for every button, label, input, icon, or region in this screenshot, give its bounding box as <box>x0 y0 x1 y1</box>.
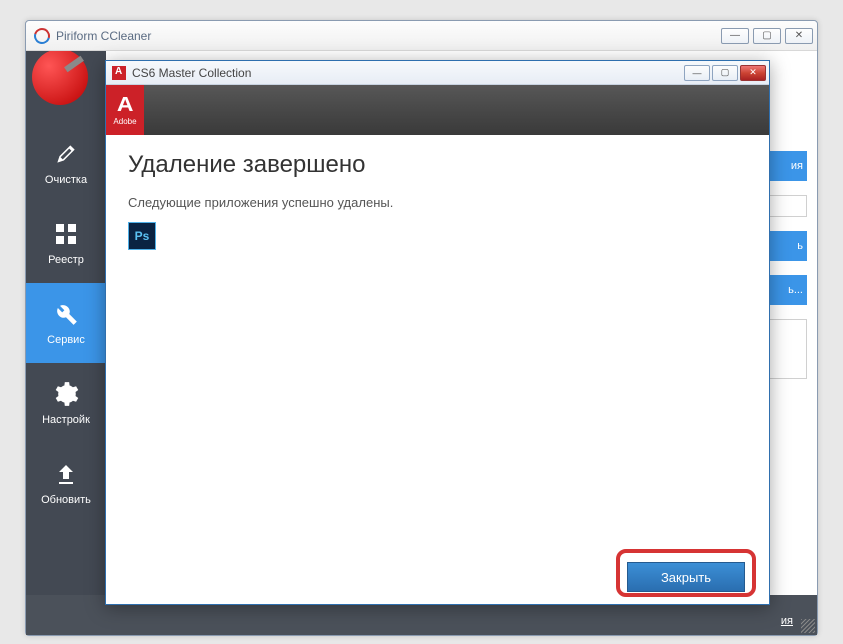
partial-field[interactable] <box>767 195 807 217</box>
dialog-minimize-button[interactable]: — <box>684 65 710 81</box>
dialog-message: Следующие приложения успешно удалены. <box>128 195 747 210</box>
partial-button-2[interactable]: ь <box>767 231 807 261</box>
sidebar: Очистка Реестр Сервис Настройк <box>26 51 106 635</box>
dialog-close-button[interactable]: ✕ <box>740 65 766 81</box>
dialog-window-controls: — ▢ ✕ <box>684 65 766 81</box>
close-dialog-button[interactable]: Закрыть <box>627 562 745 592</box>
gear-icon <box>52 380 80 408</box>
sidebar-item-tools[interactable]: Сервис <box>26 283 106 363</box>
dialog-header: A Adobe <box>106 85 769 135</box>
partial-field-2 <box>767 319 807 379</box>
partial-button-3[interactable]: ь... <box>767 275 807 305</box>
sidebar-item-cleanup[interactable]: Очистка <box>26 123 106 203</box>
sidebar-item-registry[interactable]: Реестр <box>26 203 106 283</box>
sidebar-item-label: Обновить <box>41 494 91 506</box>
adobe-brand-label: Adobe <box>113 117 136 126</box>
footer-link[interactable]: ия <box>781 615 793 627</box>
ccleaner-icon <box>34 28 50 44</box>
dialog-title: CS6 Master Collection <box>132 66 251 80</box>
minimize-button[interactable]: — <box>721 28 749 44</box>
close-button[interactable]: ✕ <box>785 28 813 44</box>
wrench-icon <box>52 300 80 328</box>
adobe-icon <box>112 66 126 80</box>
sidebar-item-settings[interactable]: Настройк <box>26 363 106 443</box>
main-titlebar[interactable]: Piriform CCleaner — ▢ ✕ <box>26 21 817 51</box>
sidebar-item-label: Реестр <box>48 254 84 266</box>
dialog-maximize-button[interactable]: ▢ <box>712 65 738 81</box>
sidebar-item-update[interactable]: Обновить <box>26 443 106 523</box>
maximize-button[interactable]: ▢ <box>753 28 781 44</box>
partial-panel: ия ь ь... <box>767 151 807 379</box>
adobe-dialog: CS6 Master Collection — ▢ ✕ A Adobe Удал… <box>105 60 770 605</box>
ccleaner-logo <box>32 51 88 105</box>
photoshop-icon: Ps <box>128 222 156 250</box>
upload-icon <box>52 460 80 488</box>
sidebar-item-label: Сервис <box>47 334 85 346</box>
partial-button-1[interactable]: ия <box>767 151 807 181</box>
dialog-body: Удаление завершено Следующие приложения … <box>106 135 769 550</box>
sidebar-item-label: Настройк <box>42 414 90 426</box>
grid-icon <box>52 220 80 248</box>
dialog-footer: Закрыть <box>106 550 769 604</box>
main-title: Piriform CCleaner <box>56 29 151 43</box>
adobe-logo: A Adobe <box>106 85 144 135</box>
sidebar-item-label: Очистка <box>45 174 87 186</box>
dialog-heading: Удаление завершено <box>128 151 747 179</box>
resize-grip[interactable] <box>801 619 815 633</box>
brush-icon <box>52 140 80 168</box>
main-window-controls: — ▢ ✕ <box>721 28 813 44</box>
dialog-titlebar[interactable]: CS6 Master Collection — ▢ ✕ <box>106 61 769 85</box>
